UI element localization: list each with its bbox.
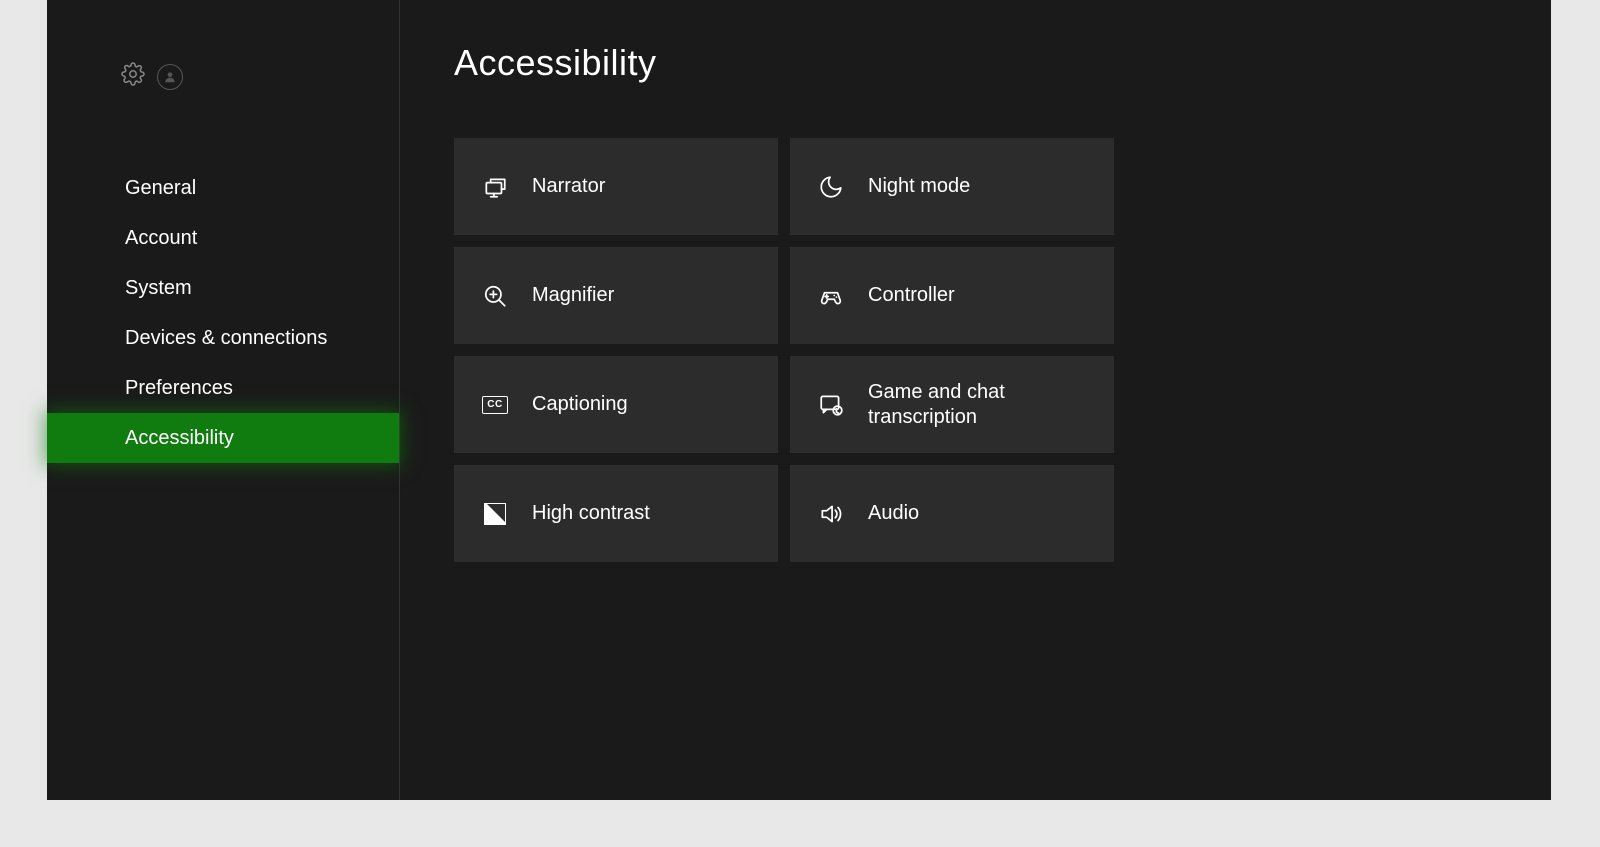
audio-icon [816,499,846,529]
transcription-icon [816,390,846,420]
tile-night-mode[interactable]: Night mode [790,138,1114,235]
tile-label: Audio [868,501,937,526]
tile-label: Captioning [532,392,646,417]
controller-icon [816,281,846,311]
tile-label: Game and chat transcription [868,380,1114,430]
sidebar-item-label: Preferences [125,377,233,400]
sidebar-item-devices-connections[interactable]: Devices & connections [47,313,399,363]
sidebar-item-label: System [125,277,192,300]
tile-label: Controller [868,283,973,308]
magnifier-icon [480,281,510,311]
content-area: Accessibility Narrator [400,0,1551,800]
sidebar-item-label: General [125,177,196,200]
accessibility-tile-grid: Narrator Night mode [454,138,1497,562]
sidebar-item-general[interactable]: General [47,163,399,213]
gear-icon[interactable] [121,62,145,91]
profile-avatar-icon[interactable] [157,64,183,90]
sidebar-item-preferences[interactable]: Preferences [47,363,399,413]
tile-audio[interactable]: Audio [790,465,1114,562]
sidebar-header [47,62,399,91]
tile-label: Narrator [532,174,623,199]
sidebar-item-account[interactable]: Account [47,213,399,263]
tile-label: High contrast [532,501,668,526]
night-mode-icon [816,172,846,202]
narrator-icon [480,172,510,202]
tile-label: Magnifier [532,283,632,308]
sidebar-item-label: Account [125,227,197,250]
high-contrast-icon [480,499,510,529]
tile-label: Night mode [868,174,988,199]
sidebar-item-system[interactable]: System [47,263,399,313]
cc-badge: CC [482,396,508,414]
sidebar-item-label: Devices & connections [125,327,327,350]
sidebar-item-accessibility[interactable]: Accessibility [47,413,399,463]
tile-high-contrast[interactable]: High contrast [454,465,778,562]
settings-sidebar: General Account System Devices & connect… [47,0,400,800]
tile-controller[interactable]: Controller [790,247,1114,344]
settings-app-shell: General Account System Devices & connect… [47,0,1551,800]
tile-narrator[interactable]: Narrator [454,138,778,235]
tile-magnifier[interactable]: Magnifier [454,247,778,344]
sidebar-item-label: Accessibility [125,427,234,450]
page-title: Accessibility [454,42,1497,84]
tile-captioning[interactable]: CC Captioning [454,356,778,453]
sidebar-nav-list: General Account System Devices & connect… [47,163,399,463]
captioning-icon: CC [480,390,510,420]
tile-game-chat-transcription[interactable]: Game and chat transcription [790,356,1114,453]
